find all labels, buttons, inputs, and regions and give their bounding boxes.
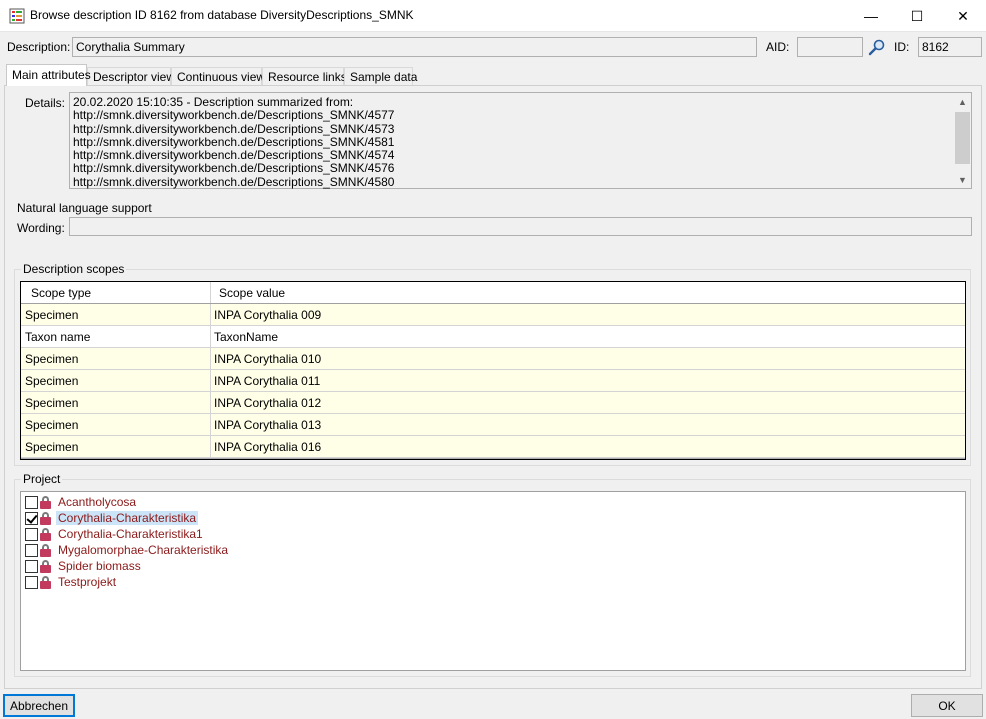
id-label: ID: xyxy=(894,40,910,54)
list-item[interactable]: Testprojekt xyxy=(25,574,118,590)
list-item[interactable]: Corythalia-Charakteristika1 xyxy=(25,526,205,542)
aid-field[interactable] xyxy=(797,37,863,57)
project-label[interactable]: Spider biomass xyxy=(56,559,143,573)
close-button[interactable]: ✕ xyxy=(940,0,986,32)
maximize-button[interactable]: ☐ xyxy=(894,0,940,32)
cell-scope-type[interactable]: Specimen xyxy=(21,348,211,369)
table-row[interactable]: Specimen INPA Corythalia 010 xyxy=(21,348,965,370)
window-title: Browse description ID 8162 from database… xyxy=(30,8,414,22)
table-row[interactable]: Specimen INPA Corythalia 016 xyxy=(21,436,965,458)
minimize-button[interactable]: — xyxy=(848,0,894,32)
project-label[interactable]: Corythalia-Charakteristika1 xyxy=(56,527,205,541)
grid-header-row: Scope type Scope value xyxy=(21,282,965,304)
title-bar[interactable]: Browse description ID 8162 from database… xyxy=(0,0,986,32)
column-header-scope-type[interactable]: Scope type xyxy=(21,282,211,303)
project-label[interactable]: Mygalomorphae-Charakteristika xyxy=(56,543,230,557)
details-label: Details: xyxy=(25,96,66,110)
lock-icon xyxy=(40,559,51,573)
grid-list-icon xyxy=(9,8,25,24)
lock-icon xyxy=(40,543,51,557)
tab-resource-links[interactable]: Resource links xyxy=(262,67,347,85)
project-checkbox[interactable] xyxy=(25,575,38,589)
close-icon: ✕ xyxy=(957,7,969,24)
table-row[interactable]: Taxon name TaxonName xyxy=(21,326,965,348)
natural-language-title: Natural language support xyxy=(17,201,152,215)
lock-icon xyxy=(40,575,51,589)
description-label: Description: xyxy=(7,40,71,54)
lock-icon xyxy=(40,511,51,525)
maximize-icon: ☐ xyxy=(910,7,924,24)
cell-scope-value[interactable]: INPA Corythalia 009 xyxy=(211,304,965,325)
lock-icon xyxy=(40,495,51,509)
tab-descriptor-view[interactable]: Descriptor view xyxy=(87,67,175,85)
tab-sample-data[interactable]: Sample data xyxy=(344,67,417,85)
table-row[interactable]: Specimen INPA Corythalia 013 xyxy=(21,414,965,436)
wording-field[interactable] xyxy=(69,217,972,236)
table-row[interactable]: Specimen INPA Corythalia 009 xyxy=(21,304,965,326)
list-item[interactable]: Acantholycosa xyxy=(25,494,138,510)
tab-continuous-view[interactable]: Continuous view xyxy=(171,67,265,85)
cell-scope-value[interactable]: INPA Corythalia 016 xyxy=(211,436,965,457)
cell-scope-type[interactable]: Specimen xyxy=(21,414,211,435)
tab-main-attributes[interactable]: Main attributes xyxy=(6,64,91,86)
cell-scope-type[interactable]: Specimen xyxy=(21,304,211,325)
project-label[interactable]: Acantholycosa xyxy=(56,495,138,509)
project-checkbox[interactable] xyxy=(25,543,38,557)
details-scrollbar[interactable]: ▲ ▼ xyxy=(954,93,971,188)
cell-scope-type[interactable]: Specimen xyxy=(21,370,211,391)
details-text: 20.02.2020 15:10:35 - Description summar… xyxy=(73,95,395,189)
description-field[interactable]: Corythalia Summary xyxy=(72,37,757,57)
project-tree[interactable]: Acantholycosa Corythalia-Charakteristika C… xyxy=(20,491,966,671)
cancel-button[interactable]: Abbrechen xyxy=(3,694,75,717)
magnifier-icon[interactable] xyxy=(868,38,886,56)
scroll-up-icon[interactable]: ▲ xyxy=(954,93,971,110)
project-checkbox[interactable] xyxy=(25,495,38,509)
minimize-icon: — xyxy=(864,8,878,24)
aid-label: AID: xyxy=(766,40,790,54)
scroll-thumb[interactable] xyxy=(955,112,970,164)
project-label[interactable]: Testprojekt xyxy=(56,575,118,589)
ok-button[interactable]: OK xyxy=(911,694,983,717)
cell-scope-type[interactable]: Specimen xyxy=(21,392,211,413)
cell-scope-value[interactable]: INPA Corythalia 012 xyxy=(211,392,965,413)
cell-scope-value[interactable]: TaxonName xyxy=(211,326,965,347)
wording-label: Wording: xyxy=(17,221,65,235)
list-item[interactable]: Corythalia-Charakteristika xyxy=(25,510,199,526)
list-item[interactable]: Spider biomass xyxy=(25,558,143,574)
project-title: Project xyxy=(21,472,63,486)
list-item[interactable]: Mygalomorphae-Charakteristika xyxy=(25,542,230,558)
cell-scope-value[interactable]: INPA Corythalia 010 xyxy=(211,348,965,369)
scroll-down-icon[interactable]: ▼ xyxy=(954,171,971,188)
cell-scope-value[interactable]: INPA Corythalia 011 xyxy=(211,370,965,391)
lock-icon xyxy=(40,527,51,541)
project-checkbox[interactable] xyxy=(25,511,38,525)
column-header-scope-value[interactable]: Scope value xyxy=(211,282,965,303)
description-scopes-title: Description scopes xyxy=(21,262,127,276)
scopes-grid[interactable]: Scope type Scope value Specimen INPA Cory… xyxy=(20,281,966,460)
cell-scope-value[interactable]: INPA Corythalia 013 xyxy=(211,414,965,435)
table-row[interactable]: Specimen INPA Corythalia 011 xyxy=(21,370,965,392)
cell-scope-type[interactable]: Specimen xyxy=(21,436,211,457)
cell-scope-type[interactable]: Taxon name xyxy=(21,326,211,347)
project-checkbox[interactable] xyxy=(25,527,38,541)
project-checkbox[interactable] xyxy=(25,559,38,573)
project-label[interactable]: Corythalia-Charakteristika xyxy=(56,511,199,525)
details-textbox[interactable]: 20.02.2020 15:10:35 - Description summar… xyxy=(69,92,972,189)
table-row[interactable]: Specimen INPA Corythalia 012 xyxy=(21,392,965,414)
id-field: 8162 xyxy=(918,37,982,57)
